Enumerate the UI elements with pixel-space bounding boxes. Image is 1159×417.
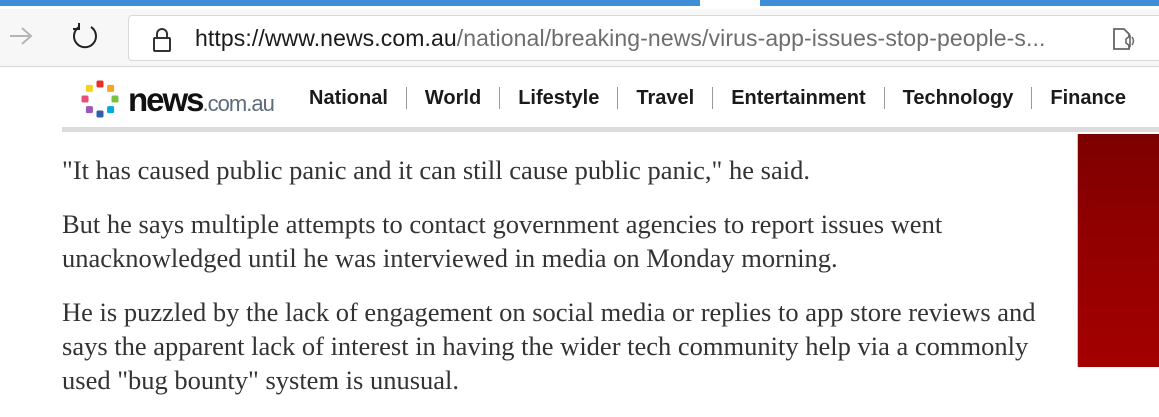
refresh-button[interactable] [68,19,102,53]
nav-item-finance[interactable]: Finance [1031,87,1144,109]
tab-strip [0,0,1159,9]
logo-dots-icon [81,80,119,118]
article-paragraph: But he says multiple attempts to contact… [62,209,943,273]
nav-item-technology[interactable]: Technology [883,87,1032,109]
logo-dot [96,80,104,88]
browser-toolbar: https://www.news.com.au/national/breakin… [0,9,1159,67]
nav-item-travel[interactable]: Travel [617,87,712,109]
article-paragraph: "It has caused public panic and it can s… [62,155,810,185]
url-text: https://www.news.com.au/national/breakin… [195,25,1045,52]
logo-word: news [128,81,205,118]
forward-button[interactable] [4,19,38,53]
lock-icon[interactable] [151,27,173,58]
url-host: https://www.news.com.au [195,25,457,51]
logo-wordmark: news.com.au [128,81,275,119]
advertisement-banner[interactable] [1077,134,1159,367]
address-bar[interactable]: https://www.news.com.au/national/breakin… [128,15,1159,61]
site-logo[interactable]: news.com.au [76,75,296,123]
nav-item-world[interactable]: World [405,87,499,109]
logo-domain: .com.au [202,91,275,116]
logo-dot [85,84,93,92]
logo-dot [96,110,104,118]
site-header: news.com.au National World Lifestyle Tra… [62,67,1159,133]
logo-dot [85,106,93,114]
main-nav: National World Lifestyle Travel Entertai… [292,85,1144,111]
header-divider [62,127,1159,132]
nav-item-lifestyle[interactable]: Lifestyle [499,87,617,109]
logo-dot [107,106,115,114]
logo-dot [111,95,119,103]
arrow-right-icon [10,27,33,45]
tab-strip-segment [800,0,1159,6]
article-paragraph: He is puzzled by the lack of engagement … [62,297,1036,395]
logo-dot [81,95,89,103]
nav-item-entertainment[interactable]: Entertainment [712,87,883,109]
logo-dot [107,84,115,92]
article-body: "It has caused public panic and it can s… [62,153,1052,417]
url-path: /national/breaking-news/virus-app-issues… [456,25,1046,51]
refresh-icon [73,23,97,49]
tab-strip-segment [0,0,700,6]
tab-strip-segment [760,0,800,6]
read-aloud-icon[interactable] [1111,25,1139,58]
nav-item-national[interactable]: National [292,87,406,109]
